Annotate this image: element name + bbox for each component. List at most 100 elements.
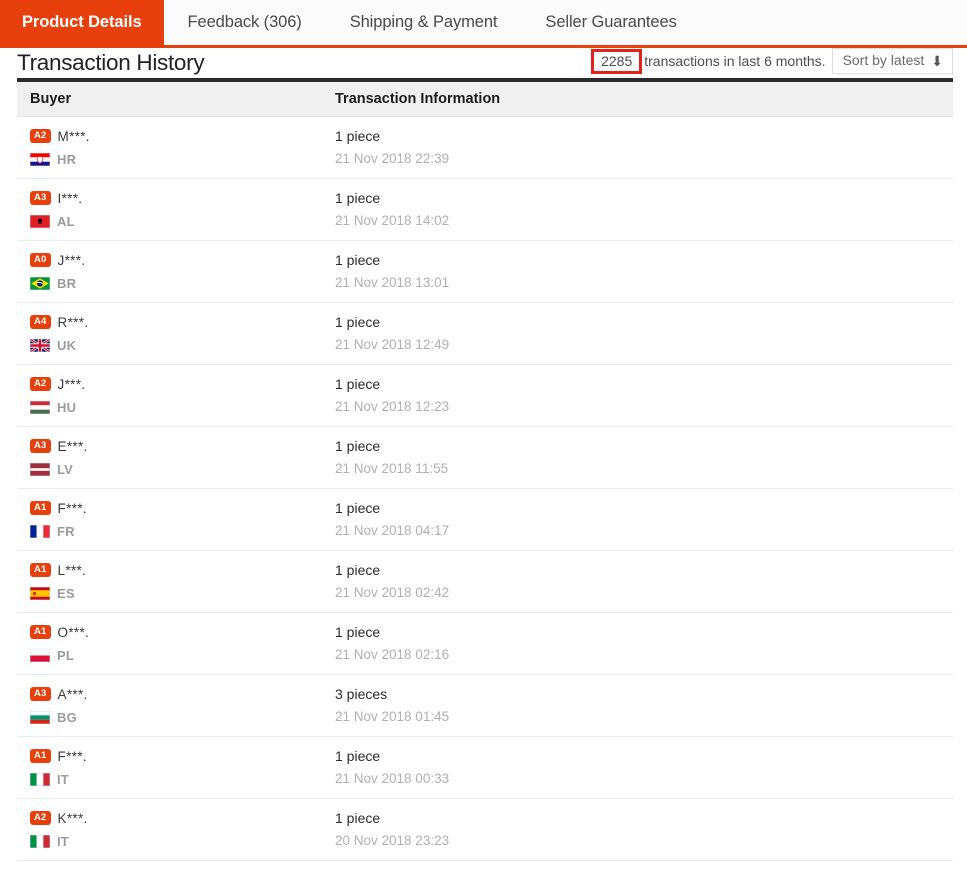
transaction-quantity: 1 piece	[335, 562, 381, 578]
transaction-info-cell: 1 piece 21 Nov 2018 02:42	[335, 561, 953, 602]
buyer-level-badge: A3	[30, 191, 51, 205]
page-title: Transaction History	[17, 50, 205, 75]
transaction-quantity: 1 piece	[335, 128, 381, 144]
buyer-country-line: LV	[30, 459, 335, 479]
table-header-row: Buyer Transaction Information	[17, 82, 953, 117]
transaction-quantity: 1 piece	[335, 624, 381, 640]
country-code: BG	[57, 709, 77, 725]
country-code: ES	[57, 585, 75, 601]
column-header-buyer: Buyer	[30, 91, 72, 107]
buyer-cell: A2 M***. HR	[17, 126, 335, 169]
buyer-level-badge: A1	[30, 625, 51, 639]
buyer-cell: A1 O***. PL	[17, 622, 335, 665]
buyer-country-line: HR	[30, 149, 335, 169]
buyer-name: F***.	[57, 500, 87, 516]
sort-by-latest-button[interactable]: Sort by latest ⬇	[831, 48, 953, 74]
transaction-datetime: 21 Nov 2018 22:39	[335, 151, 450, 166]
buyer-country-line: AL	[30, 211, 335, 231]
bulgaria-flag	[30, 710, 50, 724]
tab-bar: Product Details Feedback (306) Shipping & …	[0, 0, 967, 48]
transaction-quantity: 1 piece	[335, 438, 381, 454]
transaction-info-cell: 3 pieces 21 Nov 2018 01:45	[335, 685, 953, 726]
table-row: A2 M***. HR 1 piece 21 Nov 2018 22:39	[17, 117, 953, 179]
buyer-name: J***.	[57, 252, 86, 268]
buyer-cell: A2 J***. HU	[17, 374, 335, 417]
buyer-country-line: IT	[30, 769, 335, 789]
tab-feedback-306[interactable]: Feedback (306)	[164, 0, 326, 45]
buyer-name-line: A1 F***.	[30, 746, 335, 766]
page-header: Transaction History 2285 transactions in…	[17, 48, 953, 78]
transaction-info-cell: 1 piece 21 Nov 2018 12:23	[335, 375, 953, 416]
table-row: A2 J***. HU 1 piece 21 Nov 2018 12:23	[17, 365, 953, 427]
buyer-level-badge: A0	[30, 253, 51, 267]
buyer-name: J***.	[57, 376, 86, 392]
transaction-info-cell: 1 piece 21 Nov 2018 22:39	[335, 127, 953, 168]
buyer-level-badge: A3	[30, 687, 51, 701]
buyer-name-line: A2 M***.	[30, 126, 335, 146]
transaction-count-label: transactions in last 6 months.	[644, 53, 826, 69]
buyer-name: O***.	[57, 624, 90, 640]
transaction-datetime: 21 Nov 2018 01:45	[335, 709, 450, 724]
transaction-datetime: 21 Nov 2018 12:23	[335, 399, 450, 414]
buyer-name-line: A3 I***.	[30, 188, 335, 208]
buyer-name-line: A3 A***.	[30, 684, 335, 704]
transaction-datetime: 21 Nov 2018 13:01	[335, 275, 450, 290]
buyer-cell: A4 R***. UK	[17, 312, 335, 355]
tab-product-details[interactable]: Product Details	[0, 0, 164, 45]
tab-shipping-payment[interactable]: Shipping & Payment	[326, 0, 522, 45]
transaction-quantity: 1 piece	[335, 376, 381, 392]
transaction-quantity: 1 piece	[335, 190, 381, 206]
buyer-cell: A3 I***. AL	[17, 188, 335, 231]
buyer-level-badge: A1	[30, 563, 51, 577]
transaction-info-cell: 1 piece 21 Nov 2018 14:02	[335, 189, 953, 230]
table-row: A4 R***. UK 1 piece 21 Nov 2018 12:49	[17, 303, 953, 365]
buyer-name-line: A2 K***.	[30, 808, 335, 828]
buyer-name: I***.	[57, 190, 83, 206]
buyer-country-line: FR	[30, 521, 335, 541]
country-code: LV	[57, 461, 74, 477]
table-body: A2 M***. HR 1 piece 21 Nov 2018 22:39 A3 I***.…	[17, 117, 953, 861]
country-code: BR	[57, 275, 77, 291]
buyer-name: A***.	[57, 686, 88, 702]
spain-flag	[30, 586, 50, 600]
transaction-history-table: Buyer Transaction Information A2 M***. HR 1…	[17, 78, 953, 861]
country-code: HU	[57, 399, 77, 415]
buyer-cell: A2 K***. IT	[17, 808, 335, 851]
buyer-name: F***.	[57, 748, 87, 764]
table-row: A3 E***. LV 1 piece 21 Nov 2018 11:55	[17, 427, 953, 489]
transaction-info-cell: 1 piece 21 Nov 2018 12:49	[335, 313, 953, 354]
buyer-country-line: PL	[30, 645, 335, 665]
transaction-quantity: 1 piece	[335, 748, 381, 764]
transaction-quantity: 1 piece	[335, 500, 381, 516]
transaction-info-cell: 1 piece 20 Nov 2018 23:23	[335, 809, 953, 850]
table-row: A3 I***. AL 1 piece 21 Nov 2018 14:02	[17, 179, 953, 241]
country-code: IT	[57, 833, 69, 849]
buyer-name: E***.	[57, 438, 88, 454]
buyer-country-line: IT	[30, 831, 335, 851]
transaction-datetime: 21 Nov 2018 02:16	[335, 647, 450, 662]
france-flag	[30, 524, 50, 538]
transaction-info-cell: 1 piece 21 Nov 2018 02:16	[335, 623, 953, 664]
buyer-level-badge: A3	[30, 439, 51, 453]
buyer-name-line: A3 E***.	[30, 436, 335, 456]
croatia-flag	[30, 152, 50, 166]
buyer-name-line: A0 J***.	[30, 250, 335, 270]
transaction-datetime: 21 Nov 2018 14:02	[335, 213, 450, 228]
buyer-cell: A1 L***. ES	[17, 560, 335, 603]
buyer-cell: A1 F***. IT	[17, 746, 335, 789]
buyer-level-badge: A1	[30, 749, 51, 763]
table-row: A3 A***. BG 3 pieces 21 Nov 2018 01:45	[17, 675, 953, 737]
transaction-count-highlight: 2285	[591, 48, 643, 74]
transaction-datetime: 21 Nov 2018 00:33	[335, 771, 450, 786]
sort-label: Sort by latest	[842, 52, 925, 68]
buyer-name-line: A1 F***.	[30, 498, 335, 518]
country-code: PL	[57, 647, 75, 663]
table-row: A0 J***. BR 1 piece 21 Nov 2018 13:01	[17, 241, 953, 303]
transaction-info-cell: 1 piece 21 Nov 2018 04:17	[335, 499, 953, 540]
transaction-datetime: 21 Nov 2018 12:49	[335, 337, 450, 352]
country-code: FR	[57, 523, 75, 539]
arrow-down-icon: ⬇	[931, 52, 943, 69]
tab-seller-guarantees[interactable]: Seller Guarantees	[521, 0, 700, 45]
transaction-datetime: 21 Nov 2018 04:17	[335, 523, 450, 538]
table-row: A1 L***. ES 1 piece 21 Nov 2018 02:42	[17, 551, 953, 613]
